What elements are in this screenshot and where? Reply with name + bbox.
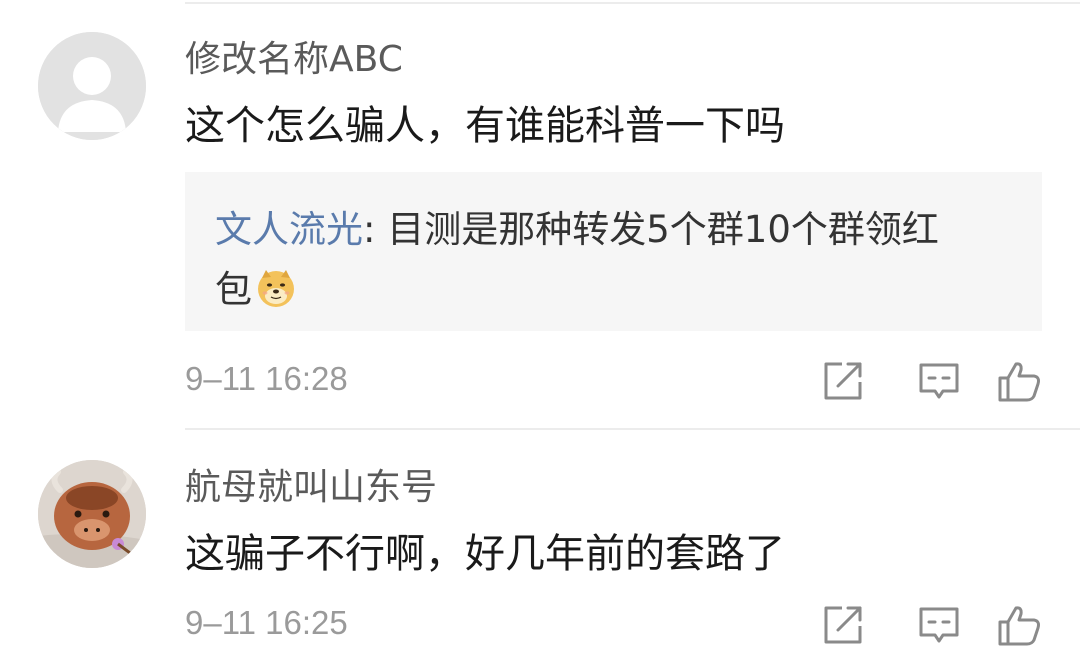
comment-timestamp: 9–11 16:25 [185, 604, 348, 641]
comment-item: 修改名称ABC 这个怎么骗人，有谁能科普一下吗 文人流光: 目测是那种转发5个群… [0, 0, 1080, 430]
share-button[interactable] [820, 358, 866, 404]
thumbs-up-icon [998, 362, 1040, 402]
default-avatar-icon [38, 32, 146, 140]
reply-author[interactable]: 文人流光 [215, 208, 363, 251]
comment-icon [919, 607, 959, 643]
comment-username[interactable]: 航母就叫山东号 [185, 470, 437, 506]
reply-separator: : [363, 208, 388, 251]
like-button[interactable] [996, 602, 1042, 648]
share-icon [824, 362, 862, 400]
avatar[interactable] [38, 460, 146, 568]
nested-reply[interactable]: 文人流光: 目测是那种转发5个群10个群领红 包 [185, 172, 1042, 331]
doge-emoji-icon [258, 270, 294, 307]
yak-avatar-icon [38, 460, 146, 568]
comment-timestamp: 9–11 16:28 [185, 360, 348, 397]
comment-item: 航母就叫山东号 这骗子不行啊，好几年前的套路了 9–11 16:25 [0, 430, 1080, 671]
share-button[interactable] [820, 602, 866, 648]
thumbs-up-icon [998, 606, 1040, 646]
comment-icon [919, 363, 959, 399]
comment-content: 这个怎么骗人，有谁能科普一下吗 [185, 103, 785, 149]
comment-actions [782, 602, 1042, 646]
comment-username[interactable]: 修改名称ABC [185, 42, 403, 78]
avatar[interactable] [38, 32, 146, 140]
reply-text-continued: 包 [215, 268, 252, 311]
like-button[interactable] [996, 358, 1042, 404]
share-icon [824, 606, 862, 644]
comment-meta: 9–11 16:28 [185, 358, 1042, 402]
comment-actions [782, 358, 1042, 402]
reply-text: 目测是那种转发5个群10个群领红 [387, 208, 939, 251]
reply-line-1: 文人流光: 目测是那种转发5个群10个群领红 [215, 200, 1014, 260]
reply-button[interactable] [916, 602, 962, 648]
comment-meta: 9–11 16:25 [185, 602, 1042, 646]
reply-line-2: 包 [215, 260, 1014, 320]
reply-button[interactable] [916, 358, 962, 404]
comment-content: 这骗子不行啊，好几年前的套路了 [185, 531, 785, 577]
